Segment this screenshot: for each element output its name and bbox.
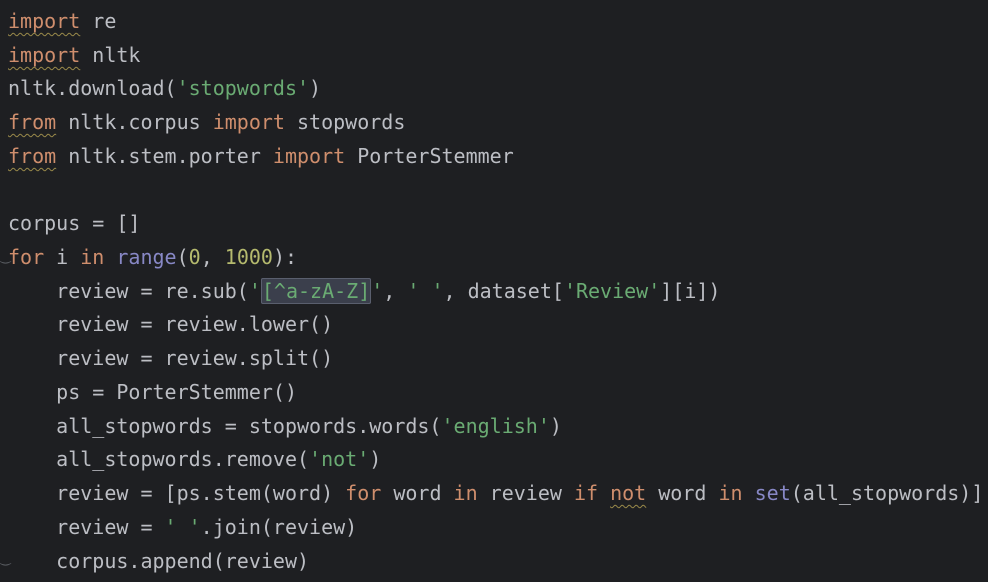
code-line-13[interactable]: all_stopwords = stopwords.words('english… bbox=[8, 409, 562, 443]
builtin-function: range bbox=[116, 245, 177, 269]
keyword: from bbox=[8, 110, 57, 134]
code-editor[interactable]: import re import nltk nltk.download('sto… bbox=[0, 0, 988, 582]
keyword: for bbox=[345, 481, 382, 505]
code-text: all_stopwords = stopwords.words( bbox=[8, 414, 442, 438]
keyword: import bbox=[8, 9, 81, 33]
code-text: corpus.append(review) bbox=[8, 549, 310, 573]
keyword: if bbox=[573, 481, 599, 505]
code-line-5[interactable]: from nltk.stem.porter import PorterStemm… bbox=[8, 139, 514, 173]
code-text: review = bbox=[8, 515, 165, 539]
code-line-11[interactable]: review = review.split() bbox=[8, 341, 333, 375]
code-text: word bbox=[381, 481, 454, 505]
code-line-3[interactable]: nltk.download('stopwords') bbox=[8, 71, 321, 105]
code-text: review = review.lower() bbox=[8, 312, 334, 336]
code-text: ps = PorterStemmer() bbox=[8, 380, 297, 404]
code-text: review = [ps.stem(word) bbox=[8, 481, 346, 505]
code-text: ( bbox=[176, 245, 189, 269]
keyword: from bbox=[8, 144, 57, 168]
keyword: in bbox=[453, 481, 478, 505]
code-text: review = re.sub( bbox=[8, 279, 249, 303]
code-line-4[interactable]: from nltk.corpus import stopwords bbox=[8, 105, 405, 139]
code-text: corpus = [] bbox=[8, 211, 141, 235]
keyword: import bbox=[8, 43, 81, 67]
number-literal: 0 bbox=[188, 245, 201, 269]
string-literal: 'english' bbox=[441, 414, 550, 438]
string-literal: 'Review' bbox=[563, 279, 661, 303]
code-text: .join(review) bbox=[200, 515, 358, 539]
keyword: in bbox=[718, 481, 743, 505]
code-text: ): bbox=[272, 245, 298, 269]
keyword: not bbox=[610, 481, 647, 505]
code-text: , dataset[ bbox=[443, 279, 564, 303]
code-text: nltk.stem.porter bbox=[56, 144, 273, 168]
code-text: ) bbox=[549, 414, 562, 438]
fold-close-icon[interactable]: ⏝ bbox=[0, 552, 12, 564]
regex-highlight: [^a-zA-Z] bbox=[260, 278, 372, 304]
code-text: re bbox=[80, 9, 117, 33]
code-text: i bbox=[44, 245, 81, 269]
keyword: import bbox=[212, 110, 285, 134]
fold-open-icon[interactable]: ⏝ bbox=[0, 250, 12, 262]
code-text: ][i]) bbox=[660, 279, 721, 303]
code-text: ) bbox=[369, 447, 382, 471]
builtin-function: set bbox=[754, 481, 791, 505]
keyword: for bbox=[8, 245, 45, 269]
code-text: review bbox=[477, 481, 574, 505]
keyword: import bbox=[272, 144, 346, 168]
code-text: word bbox=[646, 481, 719, 505]
string-literal: 'not' bbox=[309, 447, 370, 471]
code-line-16[interactable]: review = ' '.join(review) bbox=[8, 510, 357, 544]
number-literal: 1000 bbox=[224, 245, 273, 269]
code-line-12[interactable]: ps = PorterStemmer() bbox=[8, 375, 297, 409]
code-text: review = review.split() bbox=[8, 346, 334, 370]
code-text: ) bbox=[309, 76, 322, 100]
code-line-8[interactable]: for i in range(0, 1000): bbox=[8, 240, 297, 274]
code-line-15[interactable]: review = [ps.stem(word) for word in revi… bbox=[8, 476, 983, 510]
code-text: nltk.download( bbox=[8, 76, 177, 100]
code-line-2[interactable]: import nltk bbox=[8, 38, 140, 72]
code-text: all_stopwords.remove( bbox=[8, 447, 310, 471]
code-text: , bbox=[200, 245, 225, 269]
code-line-9[interactable]: review = re.sub('[^a-zA-Z]', ' ', datase… bbox=[8, 274, 720, 308]
code-text: , bbox=[383, 279, 408, 303]
string-literal: ' ' bbox=[164, 515, 201, 539]
code-line-17[interactable]: corpus.append(review) bbox=[8, 544, 309, 578]
code-text: PorterStemmer bbox=[345, 144, 514, 168]
keyword: in bbox=[80, 245, 105, 269]
code-text: nltk.corpus bbox=[56, 110, 213, 134]
string-literal: ' bbox=[248, 279, 261, 303]
string-literal: ' ' bbox=[407, 279, 444, 303]
code-line-14[interactable]: all_stopwords.remove('not') bbox=[8, 442, 381, 476]
string-literal: 'stopwords' bbox=[176, 76, 310, 100]
code-text: (all_stopwords)] bbox=[790, 481, 984, 505]
code-line-10[interactable]: review = review.lower() bbox=[8, 307, 333, 341]
code-line-1[interactable]: import re bbox=[8, 4, 116, 38]
code-text: nltk bbox=[80, 43, 141, 67]
string-literal: ' bbox=[371, 279, 384, 303]
code-line-7[interactable]: corpus = [] bbox=[8, 206, 140, 240]
code-text: stopwords bbox=[284, 110, 406, 134]
